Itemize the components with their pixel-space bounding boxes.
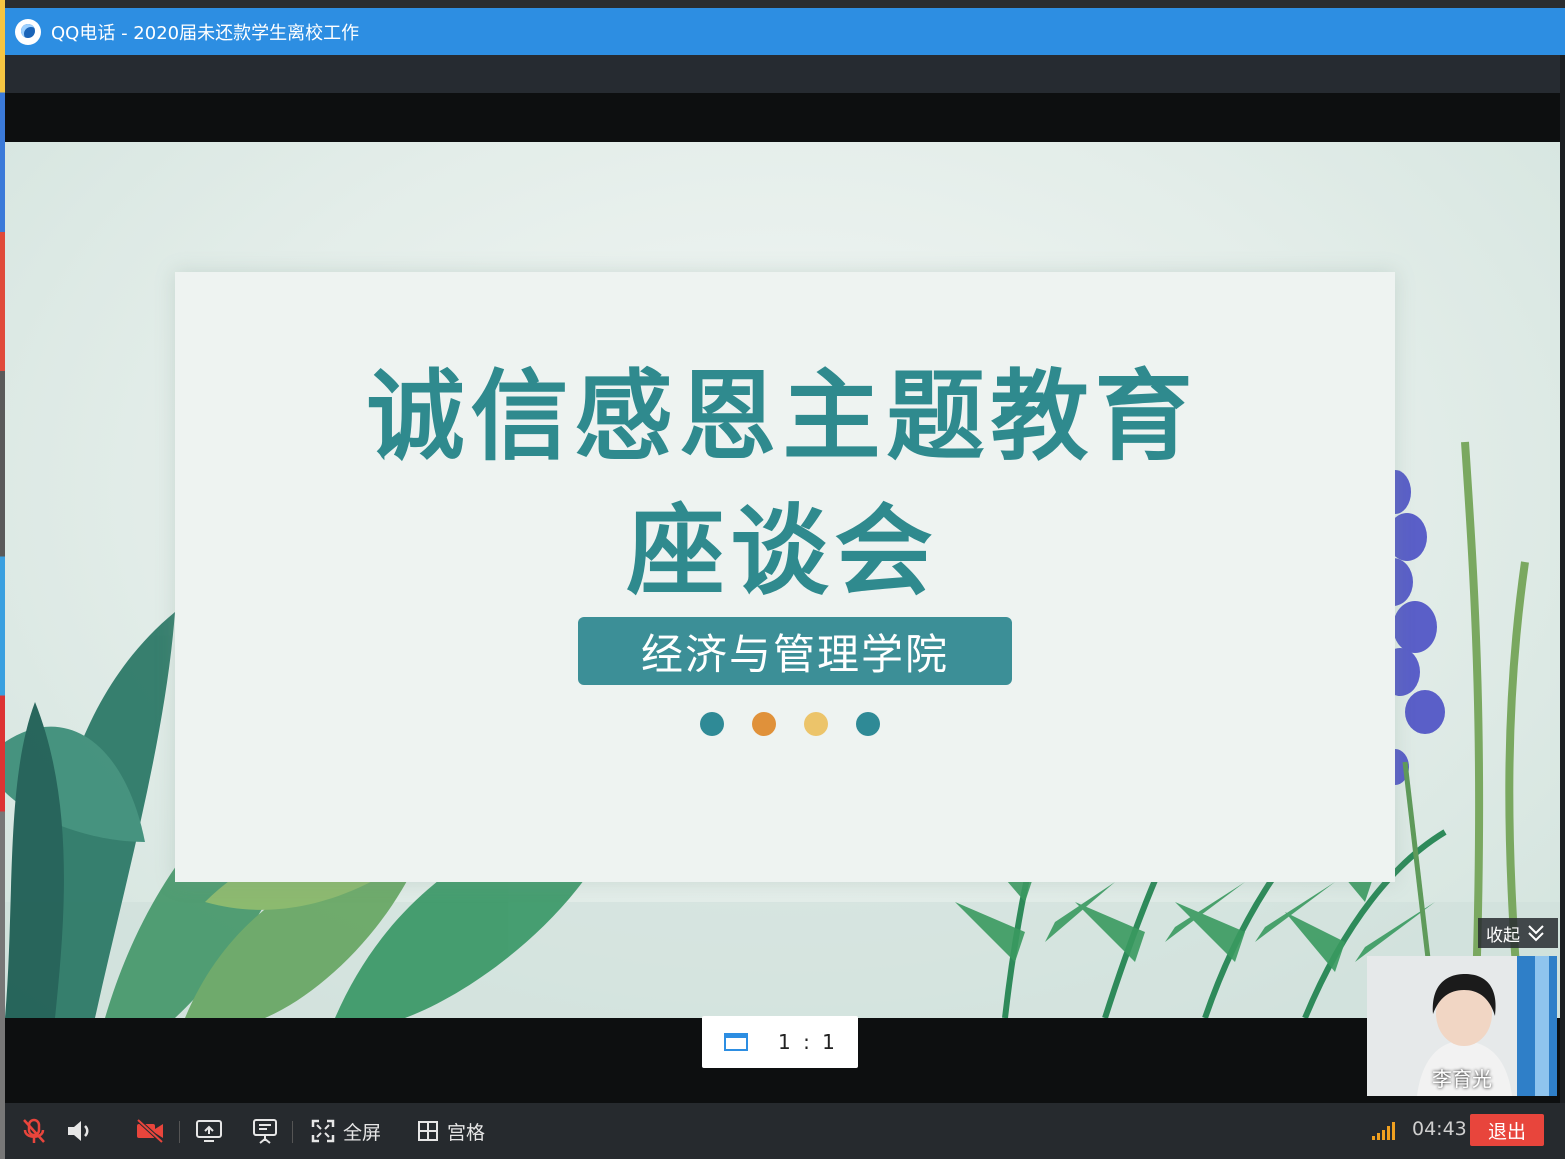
aspect-ratio-button[interactable]: 1 : 1 <box>702 1016 858 1068</box>
qq-logo-icon <box>15 18 41 45</box>
share-screen-button[interactable] <box>195 1103 223 1159</box>
participant-video-thumbnail[interactable]: 李育光 <box>1367 956 1557 1096</box>
slide-title-line1: 诚信感恩主题教育 <box>366 359 1199 474</box>
collapse-button[interactable]: 收起 <box>1478 918 1558 948</box>
fullscreen-icon <box>311 1119 335 1143</box>
divider <box>179 1121 180 1143</box>
camera-off-icon <box>136 1118 164 1144</box>
grid-icon <box>418 1121 438 1141</box>
call-control-bar: 全屏 宫格 <box>5 1103 1565 1159</box>
group-name: 2020届未还款学生离校工作 <box>133 22 360 44</box>
collapse-label: 收起 <box>1486 925 1520 946</box>
call-duration: 04:43 <box>1412 1118 1467 1140</box>
presentation-icon <box>253 1119 277 1144</box>
title-bar: QQ电话 - 2020届未还款学生离校工作 <box>5 8 1565 55</box>
screen-share-icon <box>196 1120 222 1142</box>
grid-view-button[interactable]: 宫格 <box>417 1103 485 1159</box>
window-top-edge <box>5 0 1565 8</box>
fullscreen-label: 全屏 <box>343 1121 382 1144</box>
aspect-ratio-label: 1 : 1 <box>778 1030 838 1054</box>
decorative-dots <box>700 712 880 736</box>
divider <box>292 1121 293 1143</box>
dot-3 <box>804 712 828 736</box>
title-separator: - <box>115 22 134 44</box>
top-toolbar-band <box>5 55 1560 93</box>
mute-mic-button[interactable] <box>21 1103 47 1159</box>
mic-off-icon <box>23 1118 45 1143</box>
app-name: QQ电话 <box>51 22 116 44</box>
participant-name: 李育光 <box>1432 1067 1492 1091</box>
dot-1 <box>700 712 724 736</box>
slide-subtitle: 经济与管理学院 <box>578 617 1012 685</box>
slide-title-line2: 座谈会 <box>626 494 939 609</box>
exit-call-button[interactable]: 退出 <box>1470 1114 1544 1146</box>
shared-screen-slide: 诚信感恩主题教育 座谈会 经济与管理学院 <box>5 142 1560 1018</box>
dot-2 <box>752 712 776 736</box>
window-title: QQ电话 - 2020届未还款学生离校工作 <box>51 19 359 45</box>
window-icon <box>724 1033 748 1051</box>
double-chevron-down-icon <box>1528 925 1544 942</box>
speaker-button[interactable] <box>65 1103 93 1159</box>
signal-strength-icon <box>1372 1120 1395 1140</box>
grid-label: 宫格 <box>447 1121 486 1144</box>
dot-4 <box>856 712 880 736</box>
speaker-icon <box>68 1121 89 1141</box>
fullscreen-button[interactable]: 全屏 <box>311 1103 381 1159</box>
whiteboard-button[interactable] <box>251 1103 279 1159</box>
camera-toggle-button[interactable] <box>135 1103 165 1159</box>
